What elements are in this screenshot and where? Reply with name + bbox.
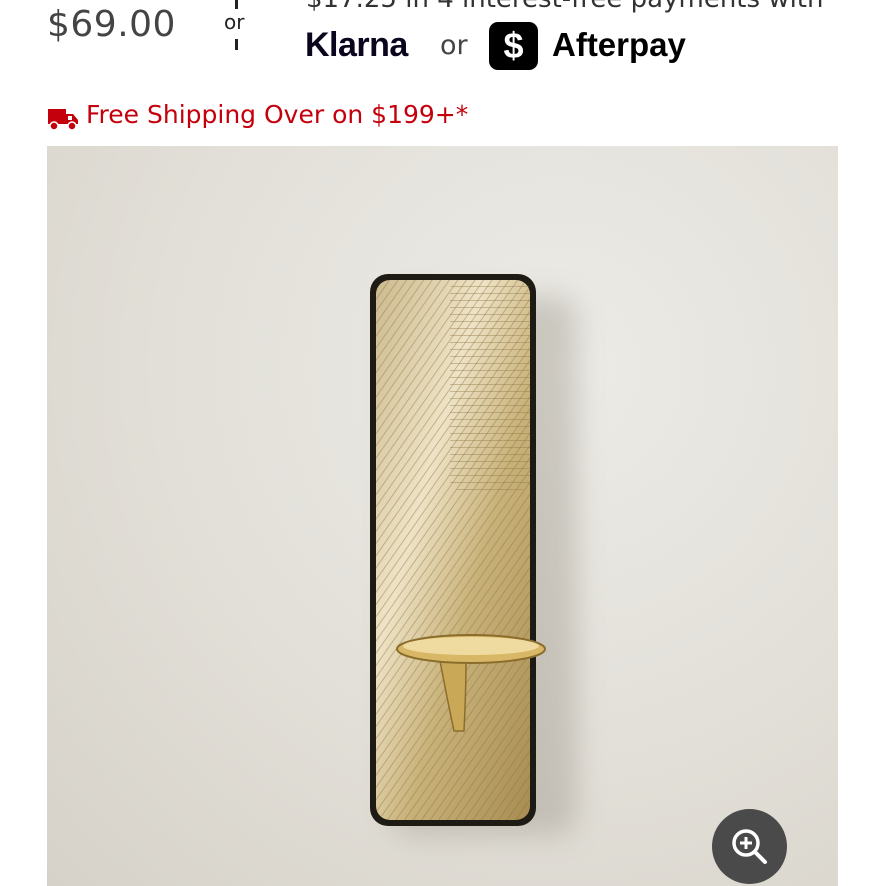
afterpay-badge-glyph: $	[503, 25, 524, 66]
afterpay-logo[interactable]: Afterpay	[552, 26, 686, 64]
payment-or-label: or	[440, 30, 468, 61]
free-shipping-text: Free Shipping Over on $199+*	[86, 100, 469, 129]
afterpay-badge-icon[interactable]: $	[489, 22, 538, 70]
truck-icon	[48, 109, 78, 131]
klarna-logo[interactable]: Klarna	[305, 26, 408, 65]
payment-or-divider: or	[222, 0, 252, 55]
wall-sconce-image	[370, 274, 577, 836]
installment-text: $17.25 in 4 interest-free payments with	[306, 0, 823, 14]
product-image[interactable]	[47, 146, 838, 886]
zoom-in-icon	[732, 829, 767, 864]
divider-line-top	[235, 0, 238, 9]
product-price: $69.00	[47, 4, 176, 45]
divider-or-label: or	[224, 10, 245, 34]
divider-line-bottom	[235, 39, 238, 50]
zoom-button[interactable]	[712, 809, 787, 884]
